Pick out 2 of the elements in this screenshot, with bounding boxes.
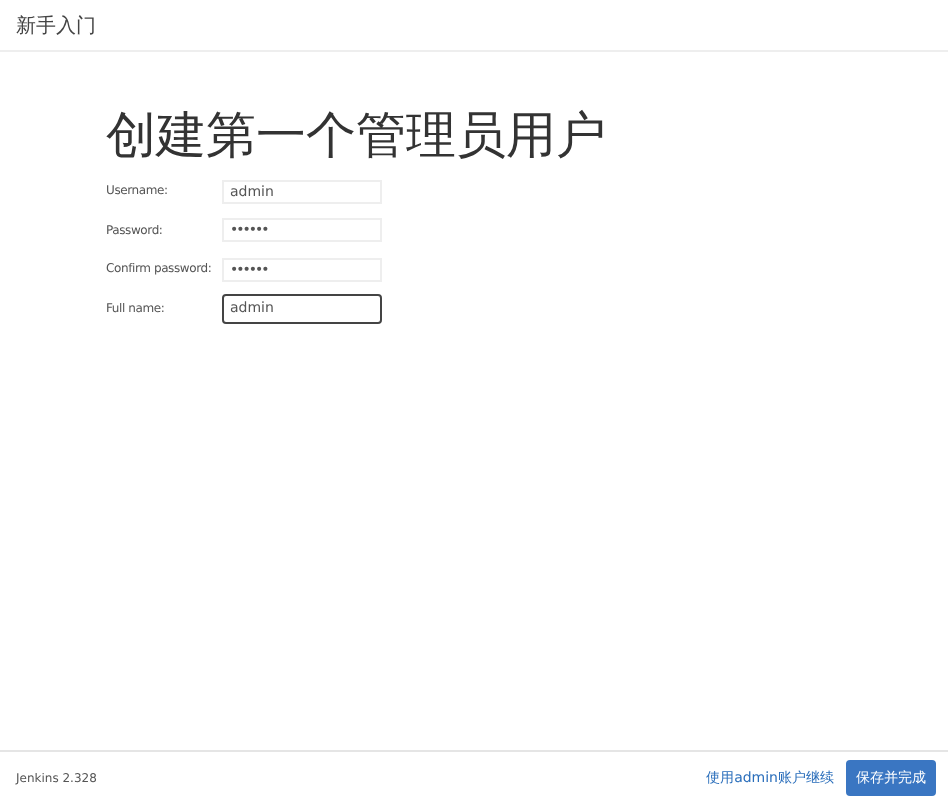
header-title: 新手入门 — [16, 13, 96, 39]
page-heading: 创建第一个管理员用户 — [106, 106, 608, 166]
